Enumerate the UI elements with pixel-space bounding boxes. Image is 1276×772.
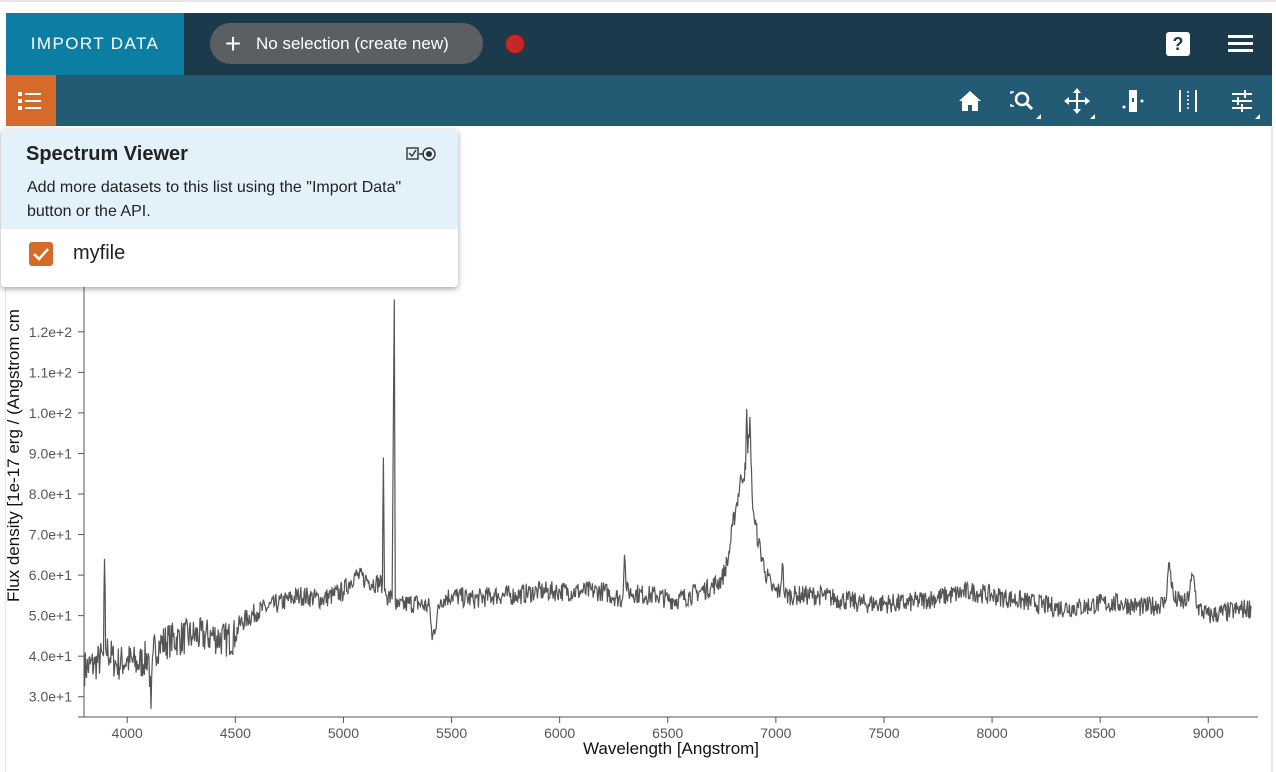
x-tick-label: 6000 — [544, 725, 575, 741]
pan-zoom-icon[interactable] — [1061, 85, 1095, 119]
x-axis-title: Wavelength [Angstrom] — [583, 739, 759, 758]
viewer-toolbar — [6, 75, 1272, 126]
options-sliders-icon[interactable] — [1226, 85, 1260, 119]
y-tick-label: 7.0e+1 — [29, 527, 72, 543]
plot-left-border — [5, 287, 6, 772]
layer-list-icon[interactable] — [6, 75, 56, 126]
y-tick-label: 6.0e+1 — [29, 567, 72, 583]
x-tick-label: 5500 — [436, 725, 467, 741]
dataset-label: myfile — [73, 242, 126, 264]
y-tick-label: 3.0e+1 — [29, 689, 72, 705]
y-tick-label: 1.0e+2 — [29, 405, 72, 421]
plus-icon: + — [224, 28, 242, 59]
range-select-icon[interactable] — [1172, 85, 1204, 117]
toggle-visibility-icon[interactable] — [406, 145, 438, 163]
y-axis-title: Flux density [1e-17 erg / (Angstrom cm — [4, 309, 23, 602]
data-menu-popup: Spectrum Viewer Add more datasets to thi… — [1, 129, 458, 287]
viewer-description: Add more datasets to this list using the… — [27, 179, 402, 220]
zoom-box-icon[interactable] — [1007, 85, 1041, 119]
app-header: IMPORT DATA + No selection (create new) … — [6, 13, 1272, 75]
spectrum-series-line — [83, 299, 1252, 709]
y-tick-label: 4.0e+1 — [29, 648, 72, 664]
x-tick-label: 4500 — [220, 725, 251, 741]
y-tick-label: 8.0e+1 — [29, 486, 72, 502]
y-tick-label: 5.0e+1 — [29, 608, 72, 624]
help-icon[interactable]: ? — [1166, 32, 1190, 56]
hamburger-menu-icon[interactable] — [1226, 31, 1256, 57]
data-menu-header: Spectrum Viewer Add more datasets to thi… — [1, 129, 458, 229]
app-frame: IMPORT DATA + No selection (create new) … — [0, 0, 1276, 772]
subset-selection-dropdown[interactable]: + No selection (create new) — [210, 23, 483, 64]
y-tick-label: 9.0e+1 — [29, 445, 72, 461]
viewer-title: Spectrum Viewer — [26, 143, 188, 165]
y-tick-label: 1.1e+2 — [29, 364, 72, 380]
x-tick-label: 9000 — [1193, 725, 1224, 741]
y-tick-label: 1.2e+2 — [29, 324, 72, 340]
subset-selection-label: No selection (create new) — [256, 33, 449, 53]
dataset-checkbox[interactable] — [29, 242, 53, 266]
x-tick-label: 7500 — [868, 725, 899, 741]
x-tick-label: 5000 — [328, 725, 359, 741]
x-tick-label: 8500 — [1085, 725, 1116, 741]
plot-right-border — [1271, 126, 1273, 772]
dataset-list-item[interactable]: myfile — [1, 229, 458, 279]
import-data-button[interactable]: IMPORT DATA — [6, 13, 184, 75]
x-tick-label: 7000 — [760, 725, 791, 741]
home-icon[interactable] — [954, 85, 986, 117]
x-range-icon[interactable] — [1116, 85, 1148, 117]
x-tick-label: 4000 — [112, 725, 143, 741]
x-tick-label: 8000 — [976, 725, 1007, 741]
record-indicator[interactable] — [505, 34, 525, 54]
